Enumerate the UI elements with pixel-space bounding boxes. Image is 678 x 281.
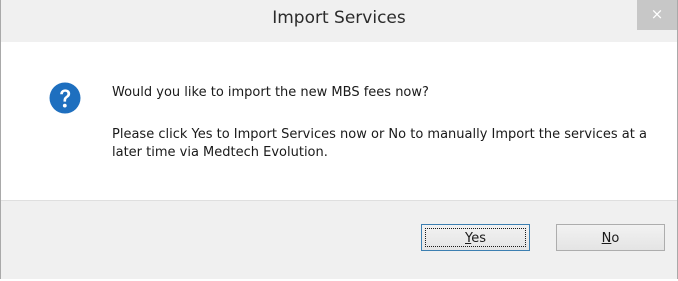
title-bar: Import Services × <box>1 0 677 42</box>
import-services-dialog: Import Services × Would you like to impo… <box>0 0 678 279</box>
no-label-rest: o <box>611 231 620 246</box>
no-mnemonic: N <box>601 231 612 246</box>
yes-button-label: Yes <box>465 231 486 246</box>
message-secondary: Please click Yes to Import Services now … <box>112 127 647 160</box>
close-icon: × <box>650 5 664 23</box>
no-button-label: No <box>602 231 620 246</box>
yes-label-rest: es <box>471 231 486 246</box>
dialog-content: Would you like to import the new MBS fee… <box>1 42 677 200</box>
no-button[interactable]: No <box>556 224 665 251</box>
dialog-title: Import Services <box>272 8 406 28</box>
button-bar: Yes No <box>1 200 677 279</box>
question-icon <box>49 82 81 114</box>
close-button[interactable]: × <box>637 0 677 30</box>
yes-button[interactable]: Yes <box>421 224 530 251</box>
message-primary: Would you like to import the new MBS fee… <box>112 85 429 100</box>
